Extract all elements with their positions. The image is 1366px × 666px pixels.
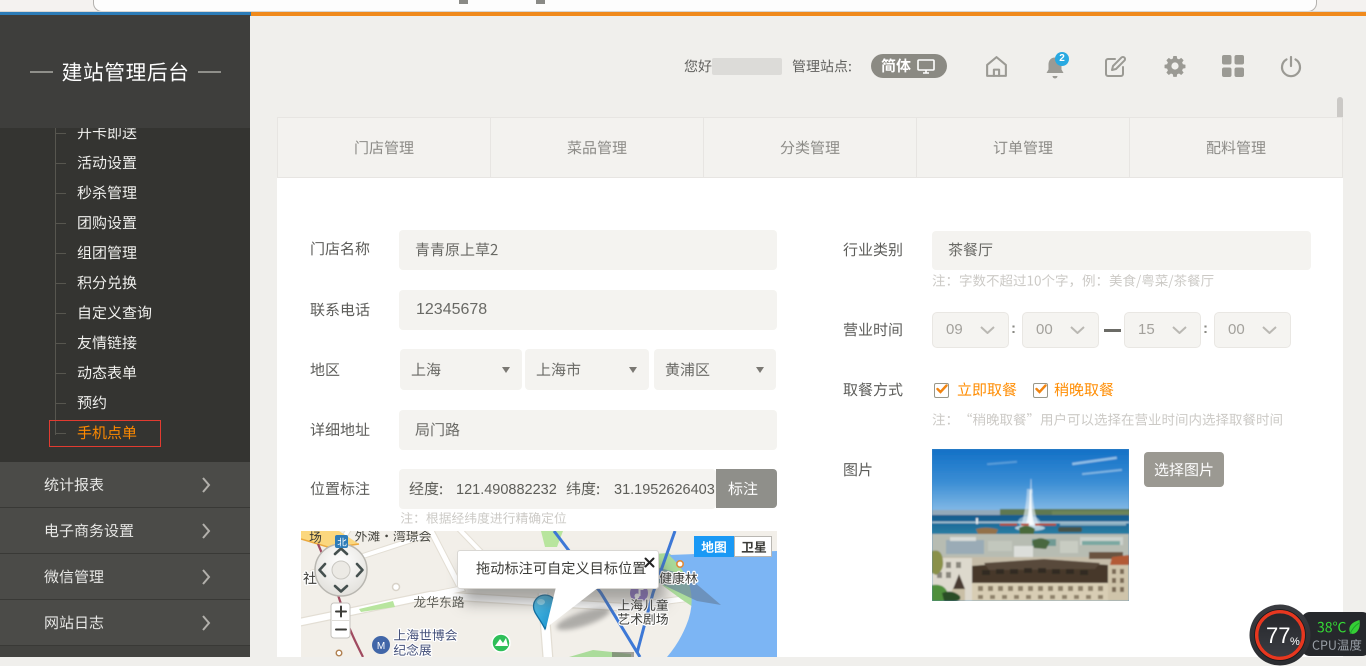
svg-text:M: M (377, 641, 385, 652)
